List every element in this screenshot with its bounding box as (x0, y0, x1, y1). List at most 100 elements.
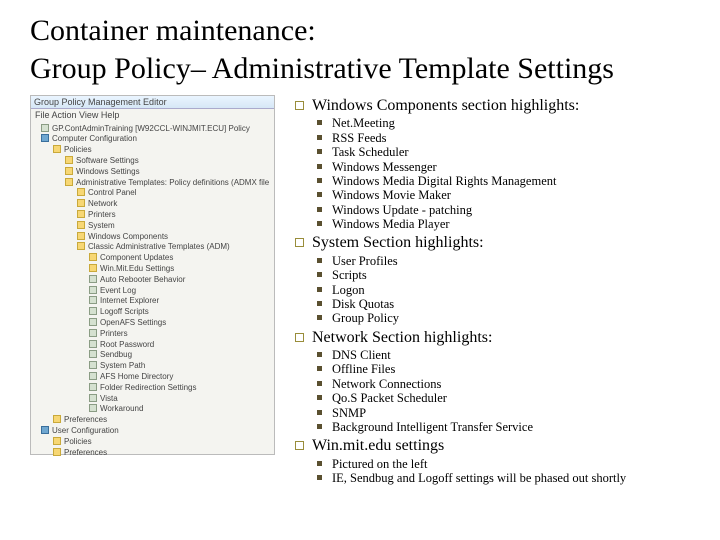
list-item: Net.Meeting (317, 116, 626, 130)
bullet-solid-icon (317, 395, 322, 400)
bullet-solid-icon (317, 164, 322, 169)
tree-node: GP.ContAdminTraining [W92CCL-WINJMIT.ECU… (35, 124, 272, 135)
gp-window-title: Group Policy Management Editor (31, 96, 274, 109)
tree-node: Preferences (35, 448, 272, 459)
tree-node: Printers (35, 210, 272, 221)
bullet-solid-icon (317, 178, 322, 183)
doc-icon (89, 318, 97, 326)
tree-node-label: AFS Home Directory (100, 372, 173, 381)
bullet-solid-icon (317, 221, 322, 226)
folder-icon (65, 178, 73, 186)
tree-node: Software Settings (35, 156, 272, 167)
folder-icon (65, 156, 73, 164)
bullet-solid-icon (317, 301, 322, 306)
list-item: DNS Client (317, 348, 626, 362)
tree-node-label: Classic Administrative Templates (ADM) (88, 242, 230, 251)
tree-node-label: Computer Configuration (52, 134, 137, 143)
tree-node: Windows Settings (35, 167, 272, 178)
list-item: SNMP (317, 406, 626, 420)
tree-node: Sendbug (35, 350, 272, 361)
tree-node: AFS Home Directory (35, 372, 272, 383)
list-item-text: RSS Feeds (332, 131, 387, 145)
doc-icon (41, 124, 49, 132)
tree-node-label: System (88, 221, 115, 230)
tree-node: Policies (35, 437, 272, 448)
section-items: Pictured on the leftIE, Sendbug and Logo… (317, 457, 626, 486)
tree-node: Workaround (35, 404, 272, 415)
tree-node-label: Printers (88, 210, 116, 219)
list-item: Windows Media Player (317, 217, 626, 231)
bullet-solid-icon (317, 192, 322, 197)
tree-node: System (35, 221, 272, 232)
list-item-text: Offline Files (332, 362, 395, 376)
list-item-text: Pictured on the left (332, 457, 427, 471)
tree-node-label: Win.Mit.Edu Settings (100, 264, 174, 273)
tree-node: Administrative Templates: Policy definit… (35, 178, 272, 189)
tree-node-label: Windows Settings (76, 167, 140, 176)
bullet-solid-icon (317, 135, 322, 140)
doc-icon (89, 286, 97, 294)
list-item-text: Windows Media Player (332, 217, 450, 231)
list-item: Group Policy (317, 311, 626, 325)
tree-node: Event Log (35, 286, 272, 297)
folder-icon (77, 242, 85, 250)
tree-node: Auto Rebooter Behavior (35, 275, 272, 286)
tree-node-label: Preferences (64, 448, 107, 457)
list-item: Background Intelligent Transfer Service (317, 420, 626, 434)
section-heading-row: Network Section highlights: (295, 329, 626, 347)
tree-node-label: Workaround (100, 404, 143, 413)
section-heading: System Section highlights: (312, 234, 484, 252)
doc-icon (89, 350, 97, 358)
list-item-text: User Profiles (332, 254, 398, 268)
list-item: Offline Files (317, 362, 626, 376)
slide-title: Container maintenance: Group Policy– Adm… (30, 12, 690, 87)
tree-node: System Path (35, 361, 272, 372)
tree-node-label: OpenAFS Settings (100, 318, 166, 327)
doc-icon (89, 361, 97, 369)
tree-node: Control Panel (35, 188, 272, 199)
tree-node-label: Internet Explorer (100, 296, 159, 305)
section-heading: Windows Components section highlights: (312, 97, 579, 115)
tree-node: Win.Mit.Edu Settings (35, 264, 272, 275)
doc-icon (89, 275, 97, 283)
tree-node: Preferences (35, 415, 272, 426)
comp-icon (41, 426, 49, 434)
bullet-solid-icon (317, 410, 322, 415)
tree-node: Printers (35, 329, 272, 340)
list-item: Qo.S Packet Scheduler (317, 391, 626, 405)
tree-node: Internet Explorer (35, 296, 272, 307)
gp-menu-bar: File Action View Help (33, 110, 272, 120)
bullet-solid-icon (317, 315, 322, 320)
tree-node: Vista (35, 394, 272, 405)
tree-node: Classic Administrative Templates (ADM) (35, 242, 272, 253)
list-item-text: Network Connections (332, 377, 441, 391)
folder-icon (53, 448, 61, 456)
bullet-solid-icon (317, 352, 322, 357)
doc-icon (89, 296, 97, 304)
list-item-text: Qo.S Packet Scheduler (332, 391, 447, 405)
doc-icon (89, 372, 97, 380)
list-item-text: Disk Quotas (332, 297, 394, 311)
list-item: Task Scheduler (317, 145, 626, 159)
tree-node: Computer Configuration (35, 134, 272, 145)
folder-icon (77, 188, 85, 196)
doc-icon (89, 404, 97, 412)
doc-icon (89, 340, 97, 348)
list-item-text: Logon (332, 283, 365, 297)
tree-node-label: Event Log (100, 286, 136, 295)
list-item: IE, Sendbug and Logoff settings will be … (317, 471, 626, 485)
list-item-text: Windows Media Digital Rights Management (332, 174, 556, 188)
list-item-text: IE, Sendbug and Logoff settings will be … (332, 471, 626, 485)
tree-node-label: Windows Components (88, 232, 168, 241)
comp-icon (41, 134, 49, 142)
tree-node-label: Software Settings (76, 156, 139, 165)
doc-icon (89, 329, 97, 337)
bullet-solid-icon (317, 381, 322, 386)
tree-node-label: Control Panel (88, 188, 136, 197)
list-item: Windows Media Digital Rights Management (317, 174, 626, 188)
bullet-solid-icon (317, 272, 322, 277)
list-item-text: Windows Movie Maker (332, 188, 451, 202)
gp-tree: GP.ContAdminTraining [W92CCL-WINJMIT.ECU… (33, 122, 272, 459)
bullet-solid-icon (317, 149, 322, 154)
bullet-solid-icon (317, 120, 322, 125)
